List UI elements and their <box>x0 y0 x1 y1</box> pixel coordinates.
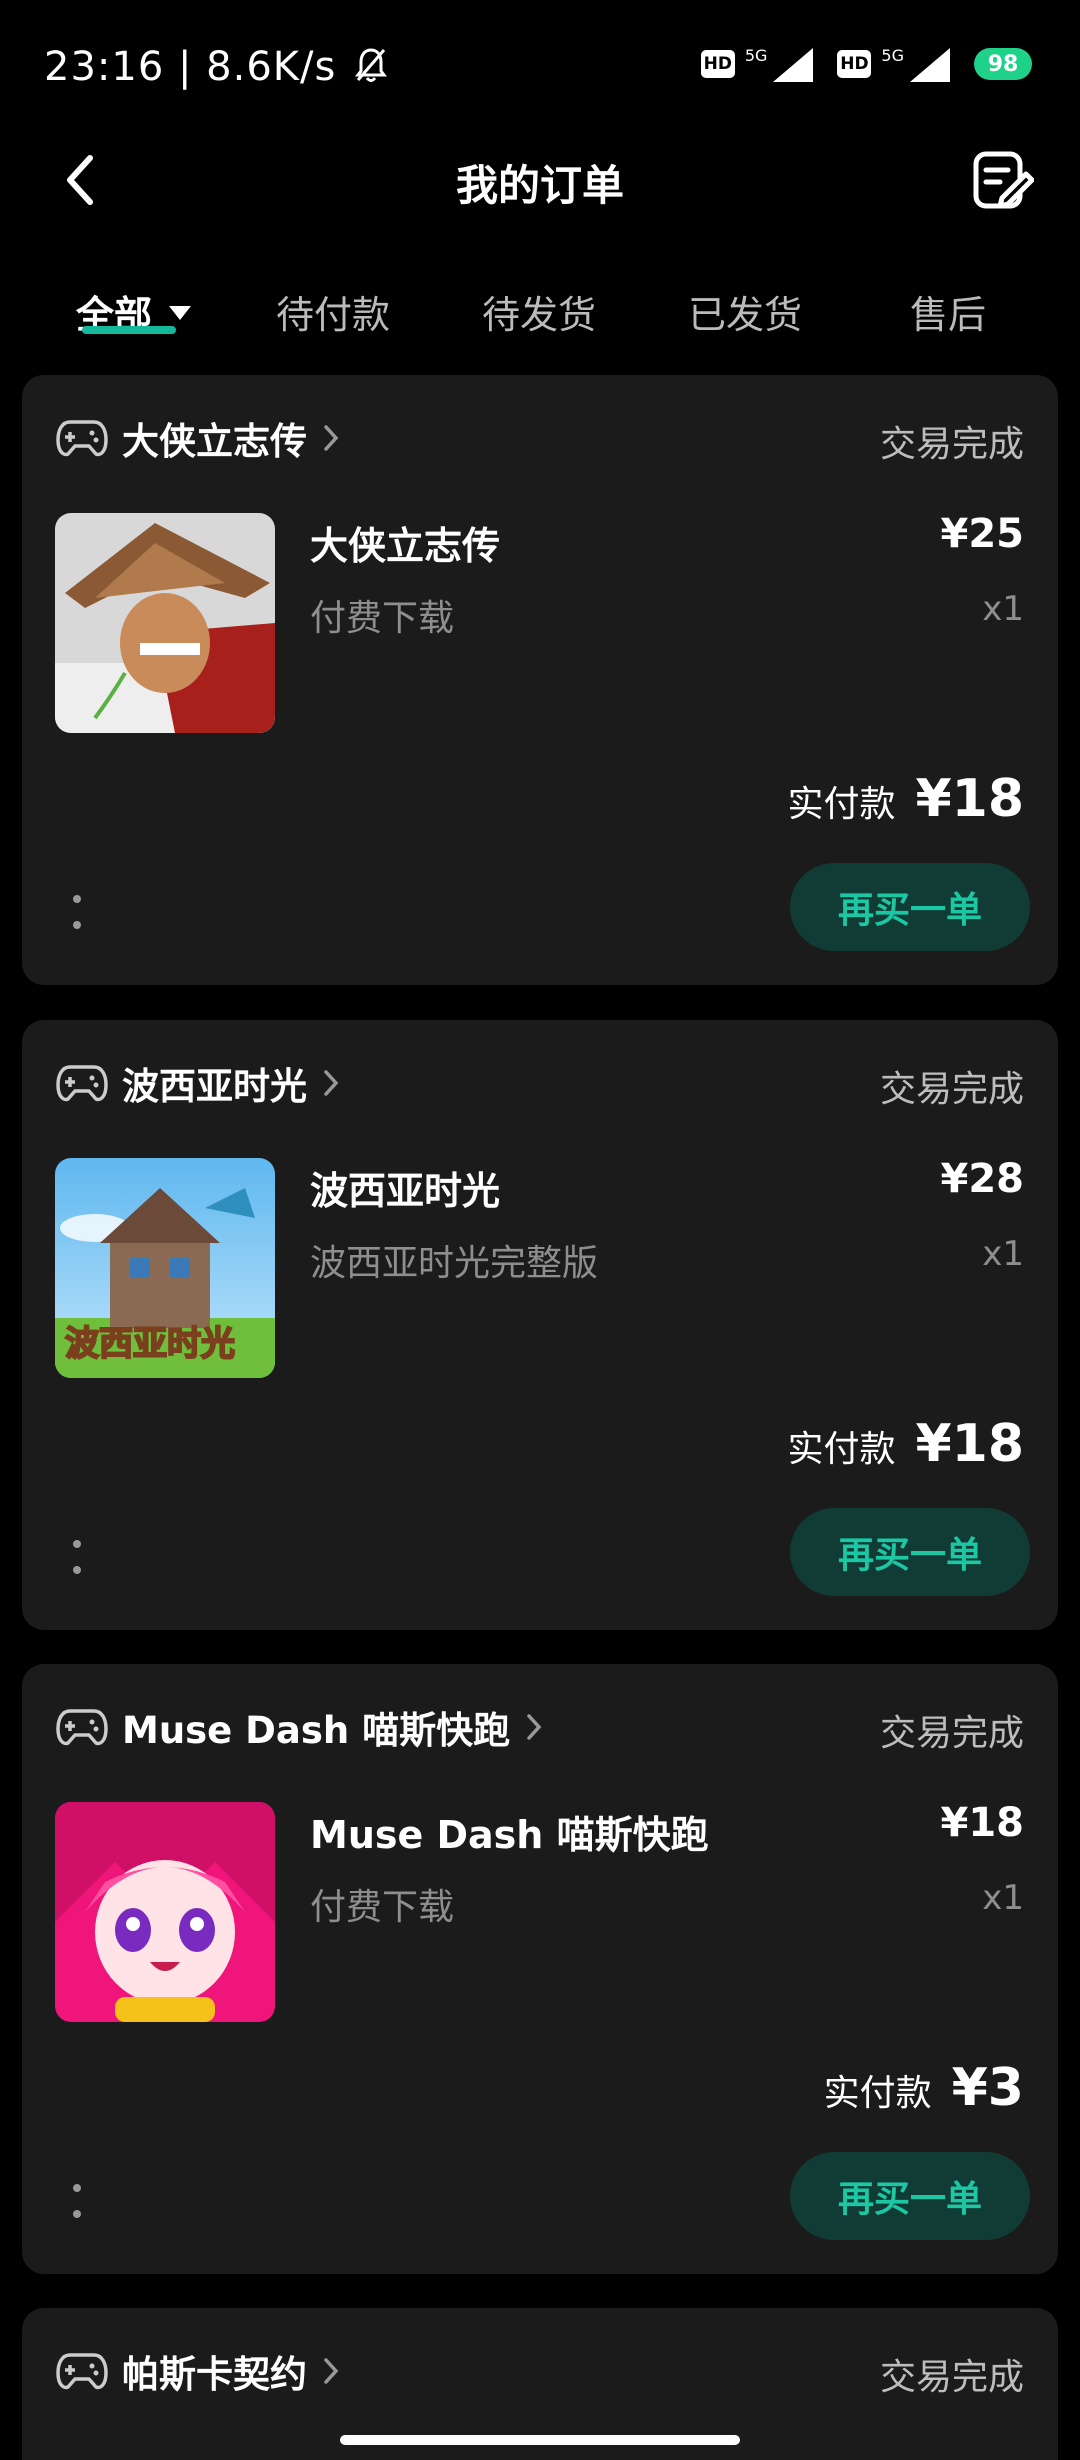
gamepad-icon <box>56 420 108 457</box>
battery-icon: 98 <box>974 48 1032 80</box>
more-options-button[interactable] <box>72 1540 82 1574</box>
shop-name: 波西亚时光 <box>122 1065 307 1108</box>
item-quantity: x1 <box>982 1234 1024 1274</box>
tab-shipped[interactable]: 已发货 <box>688 284 802 339</box>
page-title: 我的订单 <box>455 161 624 210</box>
shop-name: 帕斯卡契约 <box>122 2353 307 2396</box>
paid-amount-row: 实付款 ¥18 <box>787 769 1024 829</box>
rebuy-button[interactable]: 再买一单 <box>790 863 1030 951</box>
gamepad-icon <box>56 1709 108 1746</box>
order-card: Muse Dash 喵斯快跑 交易完成 Muse Dash 喵斯快跑 付费下载 … <box>22 1664 1058 2274</box>
item-price: ¥25 <box>940 511 1025 557</box>
paid-amount: ¥18 <box>915 1414 1024 1474</box>
shop-link[interactable]: 波西亚时光 <box>56 1056 341 1110</box>
top-bar: 我的订单 <box>0 130 1080 230</box>
gamepad-icon <box>56 2353 108 2390</box>
item-quantity: x1 <box>982 1878 1024 1918</box>
item-name: 波西亚时光 <box>310 1169 501 1213</box>
chevron-right-icon <box>324 425 339 451</box>
edit-orders-button[interactable] <box>970 148 1035 212</box>
order-card: 大侠立志传 交易完成 大侠立志传 付费下载 ¥25 x1 实付款 ¥18 再买一… <box>22 375 1058 985</box>
gamepad-icon <box>56 1065 108 1102</box>
game-thumbnail[interactable] <box>55 513 275 733</box>
signal-icon: 5G <box>745 46 814 82</box>
paid-amount-row: 实付款 ¥3 <box>824 2058 1024 2118</box>
order-status: 交易完成 <box>879 424 1024 465</box>
item-type: 付费下载 <box>310 598 455 639</box>
item-quantity: x1 <box>982 589 1024 629</box>
status-icons: HD 5G HD 5G 98 <box>700 46 1032 82</box>
item-price: ¥28 <box>940 1156 1025 1202</box>
chevron-right-icon <box>324 1070 339 1096</box>
game-thumbnail[interactable]: 波西亚时光 <box>55 1158 275 1378</box>
item-name: 大侠立志传 <box>310 524 501 568</box>
shop-link[interactable]: Muse Dash 喵斯快跑 <box>56 1700 544 1754</box>
tab-pending-shipment[interactable]: 待发货 <box>482 284 596 339</box>
order-tabs: 全部 待付款 待发货 已发货 售后 <box>0 270 1080 350</box>
status-time: 23:16 | 8.6K/s <box>44 44 388 90</box>
item-name: Muse Dash 喵斯快跑 <box>310 1813 709 1857</box>
more-options-button[interactable] <box>72 2184 82 2218</box>
chevron-right-icon <box>527 1714 542 1740</box>
paid-amount-row: 实付款 ¥18 <box>787 1414 1024 1474</box>
item-price: ¥18 <box>940 1800 1025 1846</box>
shop-link[interactable]: 帕斯卡契约 <box>56 2344 341 2398</box>
chevron-right-icon <box>324 2358 339 2384</box>
status-bar: 23:16 | 8.6K/s HD 5G HD 5G 98 <box>0 0 1080 130</box>
shop-name: 大侠立志传 <box>122 420 307 463</box>
edit-list-icon <box>973 151 1035 209</box>
paid-label: 实付款 <box>787 784 896 825</box>
order-status: 交易完成 <box>879 2357 1024 2398</box>
signal-icon-2: 5G <box>881 46 950 82</box>
item-type: 波西亚时光完整版 <box>310 1243 599 1284</box>
rebuy-button[interactable]: 再买一单 <box>790 1508 1030 1596</box>
item-type: 付费下载 <box>310 1887 455 1928</box>
paid-amount: ¥3 <box>951 2058 1024 2118</box>
paid-label: 实付款 <box>823 2073 932 2114</box>
game-thumbnail[interactable] <box>55 1802 275 2022</box>
paid-label: 实付款 <box>787 1429 896 1470</box>
caret-down-icon <box>169 306 192 320</box>
order-status: 交易完成 <box>879 1713 1024 1754</box>
shop-link[interactable]: 大侠立志传 <box>56 411 341 465</box>
bell-muted-icon <box>355 48 388 82</box>
tab-after-sales[interactable]: 售后 <box>910 284 986 339</box>
home-indicator[interactable] <box>340 2435 740 2445</box>
hd-badge: HD <box>700 50 735 78</box>
more-options-button[interactable] <box>72 895 82 929</box>
shop-name: Muse Dash 喵斯快跑 <box>122 1709 511 1752</box>
rebuy-button[interactable]: 再买一单 <box>790 2152 1030 2240</box>
hd-badge-2: HD <box>837 50 872 78</box>
order-card: 波西亚时光 交易完成 波西亚时光 波西亚时光 波西亚时光完整版 ¥28 x1 实… <box>22 1020 1058 1630</box>
tab-indicator <box>82 326 176 334</box>
thumbnail-title-text: 波西亚时光 <box>64 1323 236 1365</box>
paid-amount: ¥18 <box>915 769 1024 829</box>
tab-pending-payment[interactable]: 待付款 <box>276 284 390 339</box>
order-status: 交易完成 <box>879 1069 1024 1110</box>
